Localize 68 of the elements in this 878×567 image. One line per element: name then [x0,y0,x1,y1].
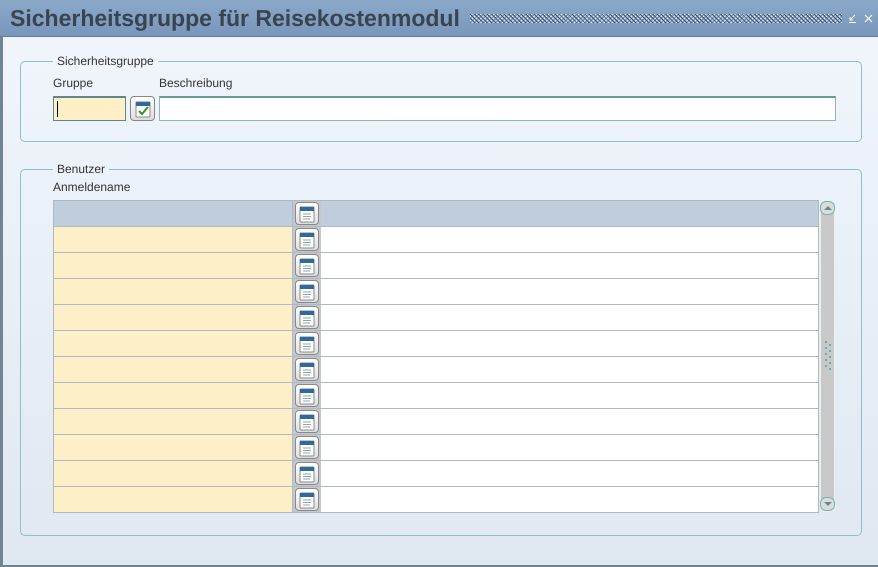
table-cell[interactable] [321,383,818,408]
section-legend: Sicherheitsgruppe [53,54,158,68]
table-cell[interactable] [321,435,818,460]
scrollbar[interactable] [820,200,835,512]
notepad-icon [298,230,316,248]
input-field[interactable] [53,96,126,121]
table-cell[interactable] [321,357,818,382]
minimize-icon [848,14,856,22]
notepad-icon [298,308,316,326]
table-cell[interactable] [54,383,293,408]
table-cell[interactable] [54,435,293,460]
notepad-icon [298,282,316,300]
up-arrow-icon [822,204,832,212]
window-title: Sicherheitsgruppe für Reisekostenmodul [10,4,461,32]
notepad-icon [298,490,316,508]
scroll-up-button[interactable] [820,201,835,215]
table-cell[interactable] [321,279,818,304]
notepad-icon [298,334,316,352]
notepad-icon [298,438,316,456]
notepad-icon [298,204,316,222]
row-detail-button[interactable] [295,462,319,485]
list-button[interactable] [130,96,155,121]
field-label: Beschreibung [159,76,234,92]
checklist-icon [134,100,152,118]
input-field[interactable] [159,96,836,121]
minimize-button[interactable] [846,12,858,24]
close-button[interactable] [862,12,874,24]
table-cell[interactable] [321,331,818,356]
notepad-icon [298,464,316,482]
table-cell[interactable] [321,201,818,226]
table-cell[interactable] [321,461,818,486]
table-cell[interactable] [54,305,293,330]
scroll-down-button[interactable] [820,497,835,511]
table-cell[interactable] [54,461,293,486]
table-cell[interactable] [54,253,293,278]
table-cell[interactable] [54,487,293,512]
row-detail-button[interactable] [295,306,319,329]
notepad-icon [298,386,316,404]
close-icon [864,14,872,22]
column-header: Anmeldename [53,180,130,196]
row-detail-button[interactable] [295,280,319,303]
table-cell[interactable] [54,331,293,356]
row-detail-button[interactable] [295,436,319,459]
row-detail-button[interactable] [295,410,319,433]
row-detail-button[interactable] [295,488,319,511]
table-cell[interactable] [54,201,293,226]
row-detail-button[interactable] [295,358,319,381]
section-legend: Benutzer [53,162,110,176]
table-cell[interactable] [321,487,818,512]
table-cell[interactable] [321,227,818,252]
table-cell[interactable] [54,409,293,434]
table-cell[interactable] [54,357,293,382]
down-arrow-icon [822,500,832,508]
table-cell[interactable] [54,279,293,304]
row-detail-button[interactable] [295,202,319,225]
grip-icon [822,341,832,371]
table-cell[interactable] [321,253,818,278]
row-detail-button[interactable] [295,332,319,355]
field-label: Gruppe [53,76,94,92]
notepad-icon [298,412,316,430]
notepad-icon [298,256,316,274]
table-cell[interactable] [54,227,293,252]
row-detail-button[interactable] [295,384,319,407]
table-cell[interactable] [321,409,818,434]
notepad-icon [298,360,316,378]
row-detail-button[interactable] [295,254,319,277]
row-detail-button[interactable] [295,228,319,251]
table-cell[interactable] [321,305,818,330]
